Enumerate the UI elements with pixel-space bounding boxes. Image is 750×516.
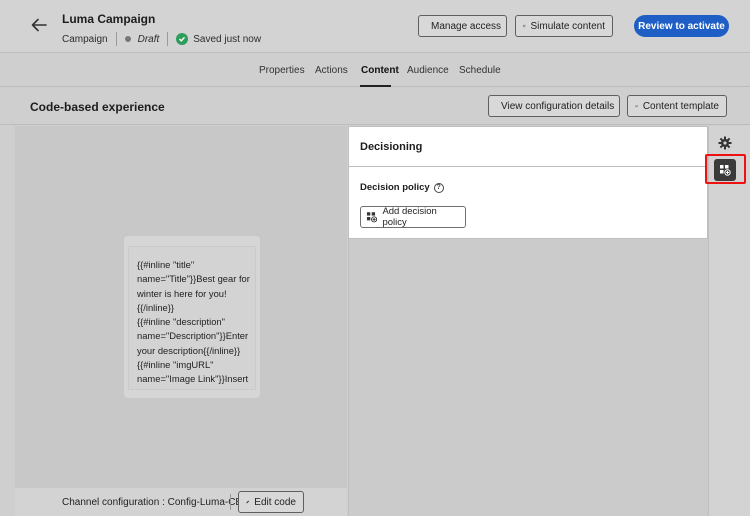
content-template-label: Content template xyxy=(642,100,719,112)
status-dot-icon xyxy=(124,36,131,42)
tab-content[interactable]: Content xyxy=(361,65,399,76)
add-decision-policy-button[interactable]: Add decision policy xyxy=(360,206,466,228)
divider xyxy=(230,494,231,510)
tab-bar: Properties Actions Content Audience Sche… xyxy=(0,54,750,87)
decision-policy-text: Decision policy xyxy=(360,182,430,193)
back-arrow-icon[interactable] xyxy=(30,16,48,34)
add-decision-policy-label: Add decision policy xyxy=(382,206,437,228)
highlight-box xyxy=(705,154,746,184)
campaign-type: Campaign xyxy=(62,33,108,45)
tab-actions[interactable]: Actions xyxy=(315,65,348,76)
divider xyxy=(167,32,169,46)
template-edit-icon xyxy=(635,105,638,108)
edit-code-button[interactable]: Edit code xyxy=(238,491,304,513)
panel-title: Decisioning xyxy=(360,141,423,153)
manage-access-button[interactable]: Manage access xyxy=(418,15,507,37)
status-badge: Draft xyxy=(137,33,160,45)
manage-access-label: Manage access xyxy=(431,20,502,32)
right-rail xyxy=(708,126,750,516)
divider xyxy=(115,32,117,46)
gear-icon[interactable] xyxy=(718,136,732,150)
decision-policy-icon xyxy=(366,212,378,223)
section-title: Code-based experience xyxy=(30,100,165,114)
tab-schedule[interactable]: Schedule xyxy=(459,65,501,76)
divider xyxy=(349,166,707,167)
simulate-content-button[interactable]: Simulate content xyxy=(515,15,613,37)
campaign-header: Luma Campaign Campaign Draft Saved just … xyxy=(0,0,750,53)
decision-policy-label: Decision policy ? xyxy=(360,182,444,193)
checkmark-icon xyxy=(176,33,189,45)
content-template-button[interactable]: Content template xyxy=(627,95,727,117)
pencil-icon xyxy=(246,500,250,504)
decisioning-panel: Decisioning Decision policy ? Add decisi… xyxy=(348,126,708,239)
campaign-meta: Campaign Draft Saved just now xyxy=(62,32,261,46)
code-preview-text: {{#inline "title" name="Title"}}Best gea… xyxy=(137,259,250,385)
channel-configuration: Channel configuration : Config-Luma-CBE xyxy=(62,497,249,508)
save-state: Saved just now xyxy=(193,33,262,45)
simulate-icon xyxy=(523,24,526,28)
section-bar: Code-based experience View configuration… xyxy=(0,88,750,125)
tab-properties[interactable]: Properties xyxy=(259,65,305,76)
active-tab-indicator xyxy=(360,85,391,87)
info-icon[interactable]: ? xyxy=(433,182,444,193)
simulate-content-label: Simulate content xyxy=(530,20,606,32)
tab-audience[interactable]: Audience xyxy=(407,65,449,76)
view-configuration-details-button[interactable]: View configuration details xyxy=(488,95,620,117)
panel-empty-area xyxy=(348,239,708,516)
view-configuration-label: View configuration details xyxy=(501,100,615,112)
edit-code-label: Edit code xyxy=(254,496,296,508)
review-to-activate-button[interactable]: Review to activate xyxy=(634,15,729,37)
campaign-title: Luma Campaign xyxy=(62,12,156,26)
